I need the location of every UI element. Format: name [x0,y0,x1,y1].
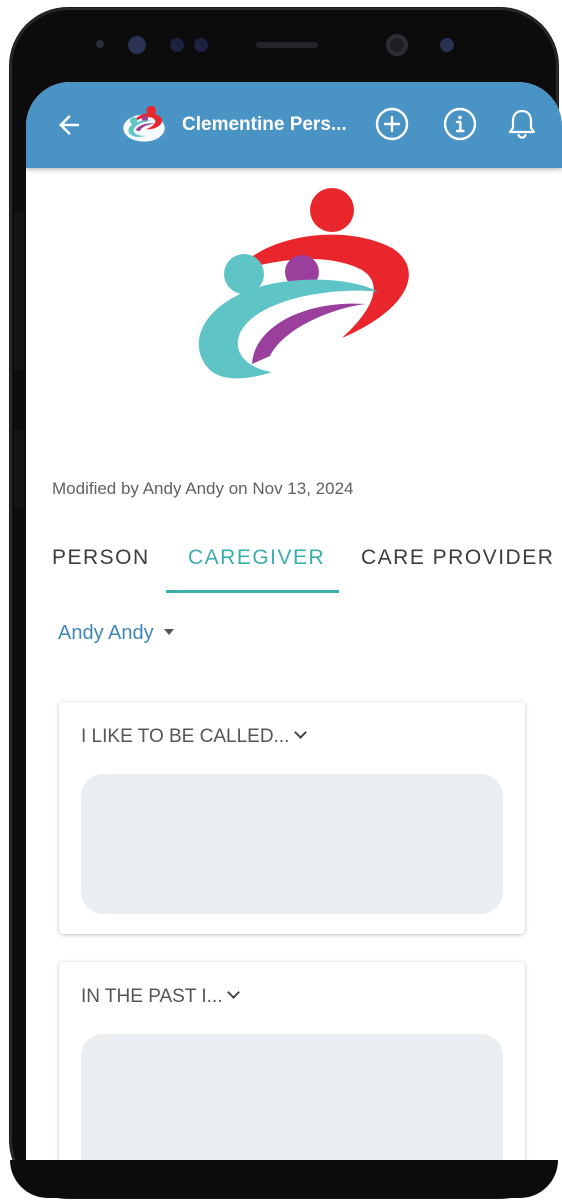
tab-care-provider[interactable]: CARE PROVIDER [361,546,554,570]
in-the-past-field[interactable] [81,1034,503,1160]
phone-bottom-bezel [10,1160,558,1198]
info-circle-icon[interactable] [442,106,478,142]
caregiver-selector[interactable]: Andy Andy [58,622,174,645]
clementine-logo [198,188,409,379]
sensor-dot [96,40,104,48]
chevron-down-icon [294,726,308,739]
app-screen: Clementine Pers... Modified by Andy Andy… [26,82,562,1160]
sensor-dot [170,38,184,52]
like-to-be-called-field[interactable] [81,774,503,914]
card-like-to-be-called: I LIKE TO BE CALLED... [59,702,525,934]
sensor-dot [440,38,454,52]
sensor-dot [128,36,146,54]
chevron-down-icon [227,986,241,999]
app-title: Clementine Pers... [182,114,347,135]
card-title-text: I LIKE TO BE CALLED... [81,726,290,747]
arrow-left-icon[interactable] [54,110,84,140]
bell-icon[interactable] [504,106,540,142]
card-title-toggle[interactable]: I LIKE TO BE CALLED... [81,726,308,748]
front-camera [386,34,408,56]
app-logo-icon [123,105,165,142]
tab-person[interactable]: PERSON [52,546,150,570]
sensor-dot [194,38,208,52]
card-title-toggle[interactable]: IN THE PAST I... [81,986,241,1008]
card-title-text: IN THE PAST I... [81,986,223,1007]
earpiece-speaker [256,42,318,48]
tab-caregiver[interactable]: CAREGIVER [188,546,325,570]
active-tab-indicator [166,590,339,593]
phone-sensors [0,28,562,68]
power-button [14,430,24,508]
caret-down-icon [163,628,174,635]
app-bar: Clementine Pers... [26,82,562,168]
volume-button [14,212,24,370]
card-in-the-past: IN THE PAST I... [59,962,525,1160]
caregiver-selector-value: Andy Andy [58,622,154,644]
plus-circle-icon[interactable] [374,106,410,142]
modified-info: Modified by Andy Andy on Nov 13, 2024 [52,479,354,498]
